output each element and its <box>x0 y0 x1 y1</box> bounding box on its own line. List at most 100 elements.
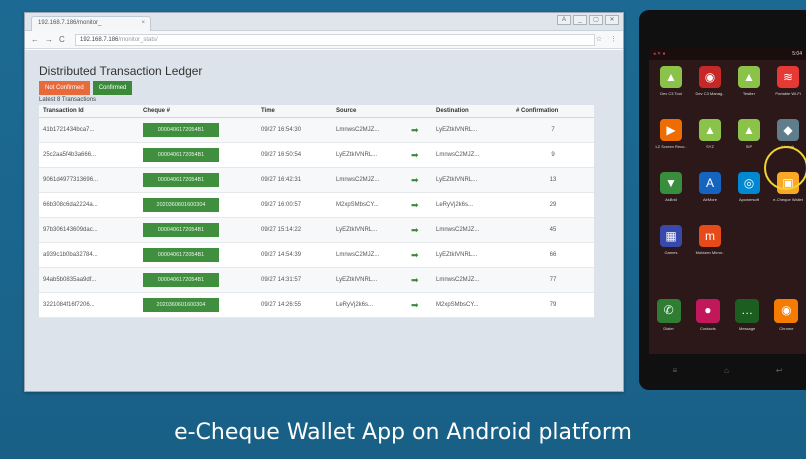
app-mobizen[interactable]: m Mobizen Mirror.. <box>692 225 728 275</box>
address-bar: ← → C 192.168.7.186/monitor_stats/ ☆ ⋮ <box>25 31 623 49</box>
cell-destination: LmnwsC2MJZ... <box>432 142 512 168</box>
android-icon: ▲ <box>738 119 760 141</box>
cell-destination: LeRyVj2k6s... <box>432 192 512 218</box>
arrow-right-icon: ➡ <box>411 224 419 235</box>
app-label: Portable Wi-Fi <box>775 91 801 96</box>
cell-cheque: 0000406172054B1 <box>139 117 257 143</box>
cell-transaction-id: 94ab5b0835aa9df... <box>39 267 139 293</box>
reload-icon[interactable]: C <box>59 35 65 44</box>
app-message[interactable]: … Message <box>729 299 765 349</box>
app-label: Games <box>664 250 678 255</box>
cheque-number-button[interactable]: 0000406172054B1 <box>143 273 219 287</box>
cell-cheque: 0000406172054B1 <box>139 142 257 168</box>
cell-cheque: 2020360601600304 <box>139 292 257 318</box>
browser-window: 192.168.7.186/monitor_ × A _ ▢ ✕ ← → C 1… <box>24 12 624 392</box>
table-row: a939c1b0ba32784... 0000406172054B1 09/27 1… <box>39 242 594 268</box>
wallet-app-highlight-circle <box>764 146 806 190</box>
cheque-number-button[interactable]: 2020360601600304 <box>143 298 219 312</box>
app-video-record[interactable]: ▶ LZ Screen Reco.. <box>653 119 689 169</box>
cell-time: 09/27 14:31:57 <box>257 267 332 293</box>
app-phone[interactable]: ✆ Dialer <box>651 299 687 349</box>
header-destination: Destination <box>432 105 512 118</box>
app-apowersoft[interactable]: ◎ Apowersoft <box>731 172 767 222</box>
cell-time: 09/27 14:26:55 <box>257 292 332 318</box>
app-android[interactable]: ▲ Testbrr <box>731 66 767 116</box>
cheque-number-button[interactable]: 0000406172054B1 <box>143 223 219 237</box>
cell-time: 09/27 14:54:39 <box>257 242 332 268</box>
cheque-number-button[interactable]: 0000406172054B1 <box>143 148 219 162</box>
app-label: Dialer <box>663 326 674 331</box>
back-nav-icon[interactable]: ↩ <box>776 366 783 375</box>
header-time: Time <box>257 105 332 118</box>
chrome-icon: ◉ <box>774 299 799 323</box>
app-label: Mobizen Mirror.. <box>695 250 725 255</box>
cell-arrow: ➡ <box>407 217 432 243</box>
table-header-row: Transaction Id Cheque # Time Source Dest… <box>39 105 594 118</box>
app-android[interactable]: ▲ Dev C3 Tool <box>653 66 689 116</box>
confirmed-button[interactable]: Confirmed <box>92 81 133 95</box>
back-icon[interactable]: ← <box>31 35 39 44</box>
app-label: Message <box>739 326 756 331</box>
status-clock: 5:04 <box>792 51 802 57</box>
app-airmore[interactable]: A AirMore <box>692 172 728 222</box>
app-wifi[interactable]: ≋ Portable Wi-Fi <box>770 66 806 116</box>
cell-source: M2xpSMbsCY... <box>332 192 407 218</box>
close-window-button[interactable]: ✕ <box>605 15 619 25</box>
url-input[interactable]: 192.168.7.186/monitor_stats/ <box>75 34 595 46</box>
not-confirmed-button[interactable]: Not Confirmed <box>39 81 90 95</box>
cell-confirmation: 79 <box>512 292 594 318</box>
cell-source: LyEZtkIVNRL... <box>332 142 407 168</box>
app-dev-manager[interactable]: ◉ Dev C3 Manag.. <box>692 66 728 116</box>
browser-tab[interactable]: 192.168.7.186/monitor_ × <box>31 16 151 31</box>
app-label: Chrome <box>779 326 794 331</box>
cell-transaction-id: 25c2aa5f4b3a666... <box>39 142 139 168</box>
cell-confirmation: 7 <box>512 117 594 143</box>
android-icon: ▲ <box>660 66 682 88</box>
tab-title: 192.168.7.186/monitor_ <box>38 20 102 26</box>
close-tab-icon[interactable]: × <box>141 20 145 26</box>
cell-cheque: 0000406172054B1 <box>139 242 257 268</box>
status-notification-icons: ◂ ✕ ● <box>653 51 666 57</box>
user-button[interactable]: A <box>557 15 571 25</box>
cell-destination: LmnwsC2MJZ... <box>432 267 512 293</box>
cheque-number-button[interactable]: 0000406172054B1 <box>143 248 219 262</box>
app-label: SYZ <box>706 144 714 149</box>
menu-icon[interactable]: ≡ <box>672 366 677 375</box>
minimize-button[interactable]: _ <box>573 15 587 25</box>
cell-time: 09/27 16:50:54 <box>257 142 332 168</box>
cheque-number-button[interactable]: 0000406172054B1 <box>143 123 219 137</box>
app-asbrid[interactable]: ▼ AsBrid <box>653 172 689 222</box>
cell-transaction-id: 97b306143609dac... <box>39 217 139 243</box>
cheque-number-button[interactable]: 2020360601600304 <box>143 198 219 212</box>
arrow-right-icon: ➡ <box>411 249 419 260</box>
app-chrome[interactable]: ◉ Chrome <box>768 299 804 349</box>
cell-arrow: ➡ <box>407 292 432 318</box>
phone-icon: ✆ <box>656 299 681 323</box>
app-label: Dev C3 Tool <box>660 91 682 96</box>
home-icon[interactable]: ⌂ <box>724 366 729 375</box>
bookmark-star-icon[interactable]: ☆ <box>596 35 602 43</box>
maximize-button[interactable]: ▢ <box>589 15 603 25</box>
app-android[interactable]: ▲ SYZ <box>692 119 728 169</box>
url-host: 192.168.7.186 <box>80 37 119 43</box>
app-games[interactable]: ▦ Games <box>653 225 689 275</box>
video-record-icon: ▶ <box>660 119 682 141</box>
arrow-right-icon: ➡ <box>411 174 419 185</box>
cell-confirmation: 9 <box>512 142 594 168</box>
browser-titlebar: 192.168.7.186/monitor_ × A _ ▢ ✕ <box>25 13 623 31</box>
app-contacts[interactable]: ● Contacts <box>690 299 726 349</box>
menu-kebab-icon[interactable]: ⋮ <box>610 35 617 43</box>
forward-icon[interactable]: → <box>45 35 53 44</box>
cell-cheque: 0000406172054B1 <box>139 217 257 243</box>
cell-arrow: ➡ <box>407 167 432 193</box>
app-android[interactable]: ▲ SIP <box>731 119 767 169</box>
page-content: Distributed Transaction Ledger Not Confi… <box>25 50 623 391</box>
cell-arrow: ➡ <box>407 267 432 293</box>
arrow-right-icon: ➡ <box>411 149 419 160</box>
phone-status-bar: ◂ ✕ ● 5:04 <box>649 48 806 60</box>
message-icon: … <box>735 299 760 323</box>
cell-confirmation: 13 <box>512 167 594 193</box>
cheque-number-button[interactable]: 0000406172054B1 <box>143 173 219 187</box>
phone-nav-bar: ≡ ⌂ ↩ <box>649 358 806 382</box>
cell-cheque: 2020360601600304 <box>139 192 257 218</box>
